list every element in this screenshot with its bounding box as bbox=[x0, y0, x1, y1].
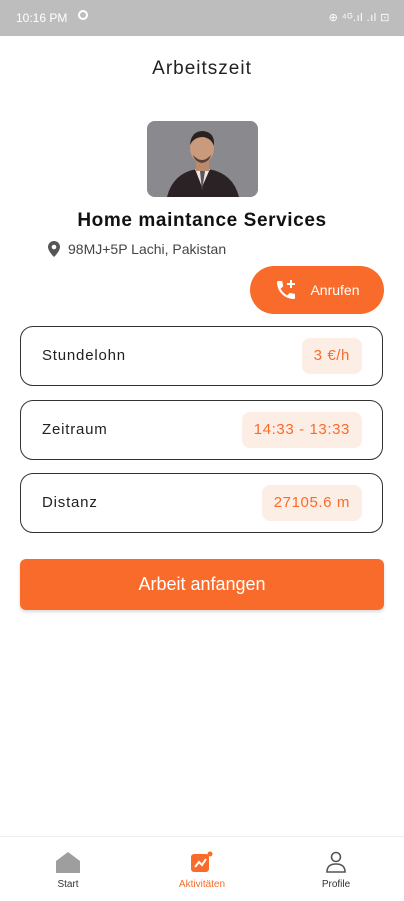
hourly-rate-label: Stundelohn bbox=[42, 347, 126, 364]
time-period-label: Zeitraum bbox=[42, 421, 108, 438]
page-title: Arbeitszeit bbox=[152, 58, 252, 79]
location-text: 98MJ+5P Lachi, Pakistan bbox=[68, 241, 227, 257]
call-button-label: Anrufen bbox=[310, 282, 360, 298]
start-work-button[interactable]: Arbeit anfangen bbox=[20, 559, 384, 610]
activity-icon bbox=[191, 851, 213, 872]
location-pin-icon bbox=[48, 241, 60, 257]
call-button[interactable]: Anrufen bbox=[250, 266, 384, 314]
bottom-tab-bar: Start Aktivitäten Profile bbox=[0, 836, 404, 901]
time-period-value: 14:33 - 13:33 bbox=[241, 412, 362, 448]
distance-label: Distanz bbox=[42, 494, 98, 511]
company-name: Home maintance Services bbox=[77, 210, 327, 231]
avatar bbox=[147, 121, 258, 197]
time-period-card: Zeitraum 14:33 - 13:33 bbox=[20, 400, 383, 460]
home-icon bbox=[56, 852, 80, 873]
location-row: 98MJ+5P Lachi, Pakistan bbox=[48, 240, 226, 258]
hourly-rate-card: Stundelohn 3 €/h bbox=[20, 326, 383, 386]
tab-start-label: Start bbox=[57, 879, 79, 890]
tab-profile-label: Profile bbox=[321, 879, 351, 890]
tab-activities[interactable]: Aktivitäten bbox=[142, 851, 262, 890]
distance-value: 27105.6 m bbox=[261, 485, 362, 521]
phone-add-icon bbox=[277, 280, 296, 299]
settings-status-icon bbox=[78, 10, 88, 20]
status-bar: 10:16 PM ⊕ ⁴ᴳ.ıl .ıl ⊡ bbox=[0, 0, 404, 36]
status-indicators: ⊕ ⁴ᴳ.ıl .ıl ⊡ bbox=[328, 12, 390, 24]
person-icon bbox=[326, 851, 346, 873]
tab-activities-label: Aktivitäten bbox=[178, 879, 226, 890]
hourly-rate-value: 3 €/h bbox=[301, 338, 362, 374]
status-time: 10:16 PM bbox=[16, 11, 68, 25]
tab-start[interactable]: Start bbox=[8, 851, 128, 890]
tab-profile[interactable]: Profile bbox=[276, 851, 396, 890]
distance-card: Distanz 27105.6 m bbox=[20, 473, 383, 533]
